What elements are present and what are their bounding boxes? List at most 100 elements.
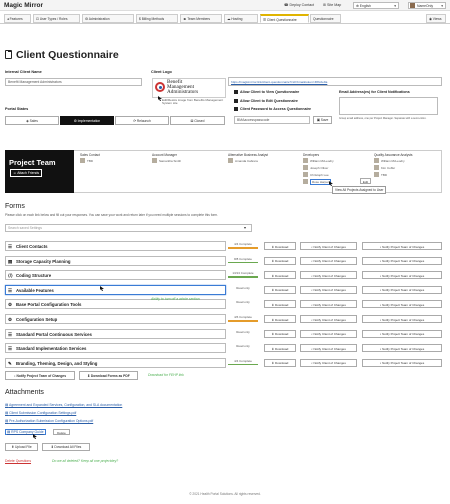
list-icon: ☰	[8, 287, 13, 293]
form-status: Read only	[236, 344, 250, 349]
questionnaire-url[interactable]: https://magicmirror.link/client-question…	[228, 77, 442, 86]
client-logo[interactable]: Benefit Management Administrators	[152, 78, 226, 98]
form-row[interactable]: ⚙ Configuration Setup	[5, 314, 226, 324]
portal-state-relaunch[interactable]: ⟳ Relaunch	[115, 116, 169, 125]
notify-team-button[interactable]: ♪ Notify Project Team of Changes	[362, 344, 442, 353]
portal-state-sales[interactable]: ◈ Sales	[5, 116, 59, 125]
portal-state-closed[interactable]: ⊠ Closed	[170, 116, 225, 125]
password-input[interactable]: BMAaccesspasscode	[234, 116, 310, 124]
language-select[interactable]: ⊕ English ▾	[353, 2, 399, 9]
portal-state-label: Sales	[29, 119, 38, 123]
form-row[interactable]: ☰ Standard Implementation Services	[5, 343, 226, 354]
member-name[interactable]: Christoph Lee	[310, 173, 329, 177]
member-name[interactable]: Amanda Cabrera	[235, 159, 258, 163]
form-row[interactable]: ✎ Branding, Theming, Design, and Styling	[5, 357, 226, 368]
notify-client-button[interactable]: ♪ Notify Client of Changes	[300, 256, 357, 265]
attachment-link[interactable]: ▤ RPS Company Guide	[5, 429, 46, 435]
download-form-button[interactable]: ⬇ Download	[264, 329, 296, 338]
form-row[interactable]: ☰ Client Contacts	[5, 241, 226, 251]
member-name[interactable]: Samantha Smith	[159, 159, 181, 163]
button-label: Notify Project Team of Changes	[382, 302, 425, 307]
member-name[interactable]: Rose Harper	[310, 179, 332, 185]
tab-billing-methods[interactable]: $ Billing Methods	[136, 14, 178, 23]
notify-client-button[interactable]: ♪ Notify Client of Changes	[300, 271, 357, 280]
form-row[interactable]: ☰ Available Features	[5, 284, 226, 295]
delete-questions-link[interactable]: Delete Questions	[5, 459, 31, 463]
notify-client-button[interactable]: ♪ Notify Client of Changes	[300, 329, 357, 338]
download-pdf-button[interactable]: ⬇ Download Forms as PDF	[79, 371, 138, 380]
notify-team-button[interactable]: ♪ Notify Project Team of Changes	[362, 315, 442, 323]
button-label: Download	[275, 273, 289, 278]
download-all-button[interactable]: ⬇ Download All Files	[42, 443, 90, 451]
notify-client-button[interactable]: ♪ Notify Client of Changes	[300, 285, 357, 294]
notify-client-button[interactable]: ♪ Notify Client of Changes	[300, 358, 357, 367]
download-form-button[interactable]: ⬇ Download	[264, 300, 296, 309]
internal-client-name-input[interactable]: Benefit Management Administrators	[5, 78, 142, 86]
member-name[interactable]: TBD	[87, 159, 93, 163]
list-icon: ☰	[8, 331, 13, 337]
portal-state-implementation[interactable]: ⚙ Implementation	[60, 116, 114, 125]
views-button[interactable]: ◉ Views	[426, 14, 446, 23]
tab-hosting[interactable]: ☁ Hosting	[224, 14, 258, 23]
form-row[interactable]: ☰ Standard Portal Continuous Services	[5, 328, 226, 339]
notify-client-button[interactable]: ♪ Notify Client of Changes	[300, 300, 357, 309]
notify-team-button[interactable]: ♪ Notify Project Team of Changes	[362, 271, 442, 280]
tab-team-members[interactable]: ☻ Team Members	[180, 14, 222, 23]
client-password-checkbox[interactable]	[234, 107, 238, 111]
download-form-button[interactable]: ⬇ Download	[264, 256, 296, 265]
attachment-link[interactable]: ▤ Pre-Authorization Submission Configura…	[5, 419, 93, 423]
notify-team-button[interactable]: ♪ Notify Project Team of Changes	[362, 300, 442, 309]
tab-user-types[interactable]: ⊡ User Types / Roles	[33, 14, 80, 23]
form-row[interactable]: ▤ Storage Capacity Planning	[5, 255, 226, 266]
download-form-button[interactable]: ⬇ Download	[264, 285, 296, 294]
download-form-button[interactable]: ⬇ Download	[264, 271, 296, 280]
tab-questionnaire[interactable]: Questionnaire	[310, 14, 341, 23]
notify-team-button[interactable]: ♪ Notify Project Team of Changes	[362, 256, 442, 265]
notify-client-button[interactable]: ♪ Notify Client of Changes	[300, 344, 357, 353]
tab-client-questionnaire[interactable]: ☰ Client Questionnaire	[260, 14, 309, 23]
attachment-link[interactable]: ▤ Client Submission Configuration Settin…	[5, 411, 76, 415]
notify-team-button[interactable]: ♪ Notify Project Team of Changes	[362, 285, 442, 294]
upload-file-button[interactable]: ⬆ Upload File	[5, 443, 38, 451]
member-name[interactable]: William McLeodry	[381, 159, 405, 163]
forms-search-input[interactable]: Search saved Settings	[5, 224, 252, 232]
pointer-cursor-icon	[329, 181, 333, 186]
notify-client-button[interactable]: ♪ Notify Client of Changes	[300, 242, 357, 250]
attach-friends-button[interactable]: ☺ Attach Friends	[10, 169, 43, 177]
notification-emails-input[interactable]	[339, 97, 438, 115]
allow-view-checkbox[interactable]	[234, 90, 238, 94]
pointer-cursor-icon	[158, 96, 162, 101]
notify-team-button[interactable]: ♪ Notify Project Team of Changes	[362, 242, 442, 250]
tab-features[interactable]: ◂ Features	[4, 14, 31, 23]
notify-team-button[interactable]: ♪ Notify Project Team of Changes	[362, 329, 442, 338]
save-button[interactable]: ▣ Save	[313, 116, 332, 124]
form-name: Base Portal Configuration Tools	[16, 302, 82, 308]
attachment-link[interactable]: ▤ Agreement and Expanded Services, Confi…	[5, 403, 122, 407]
deploy-contact-link[interactable]: ☎ Deploy Contact	[284, 3, 314, 7]
download-form-button[interactable]: ⬇ Download	[264, 242, 296, 250]
button-label: Notify Client of Changes	[313, 273, 346, 278]
form-row[interactable]: ⟨/⟩ Coding Structure	[5, 270, 226, 281]
notify-client-button[interactable]: ♪ Notify Client of Changes	[300, 315, 357, 323]
member-name[interactable]: Joseph Oliver	[310, 166, 328, 170]
edit-member-button[interactable]: Edit	[360, 178, 371, 184]
tab-administration[interactable]: ⚙ Administration	[82, 14, 134, 23]
delete-attachment-button[interactable]: Delete	[53, 429, 70, 435]
site-map-link[interactable]: ⊞ Site Map	[323, 3, 341, 7]
save-icon: ▣	[316, 118, 320, 122]
member-name[interactable]: Kim Coffer	[381, 166, 395, 170]
button-label: Notify Project Team of Changes	[382, 259, 425, 264]
button-label: Download	[275, 259, 289, 264]
form-status: 4/4 Complete	[234, 358, 252, 363]
download-form-button[interactable]: ⬇ Download	[264, 315, 296, 323]
form-progress-bar	[228, 320, 258, 322]
allow-edit-checkbox[interactable]	[234, 99, 238, 103]
member-name[interactable]: TBD	[381, 173, 387, 177]
download-form-button[interactable]: ⬇ Download	[264, 344, 296, 353]
member-role: Quality Assurance Analysts	[374, 153, 413, 157]
download-form-button[interactable]: ⬇ Download	[264, 358, 296, 367]
member-name[interactable]: William McLeodry	[310, 159, 334, 163]
notify-team-button[interactable]: ♪ Notify Project Team of Changes	[362, 358, 442, 367]
notify-project-team-button[interactable]: ♪ Notify Project Team of Changes	[5, 371, 75, 380]
allow-edit-label: Allow Client to Edit Questionnaire	[240, 98, 298, 103]
